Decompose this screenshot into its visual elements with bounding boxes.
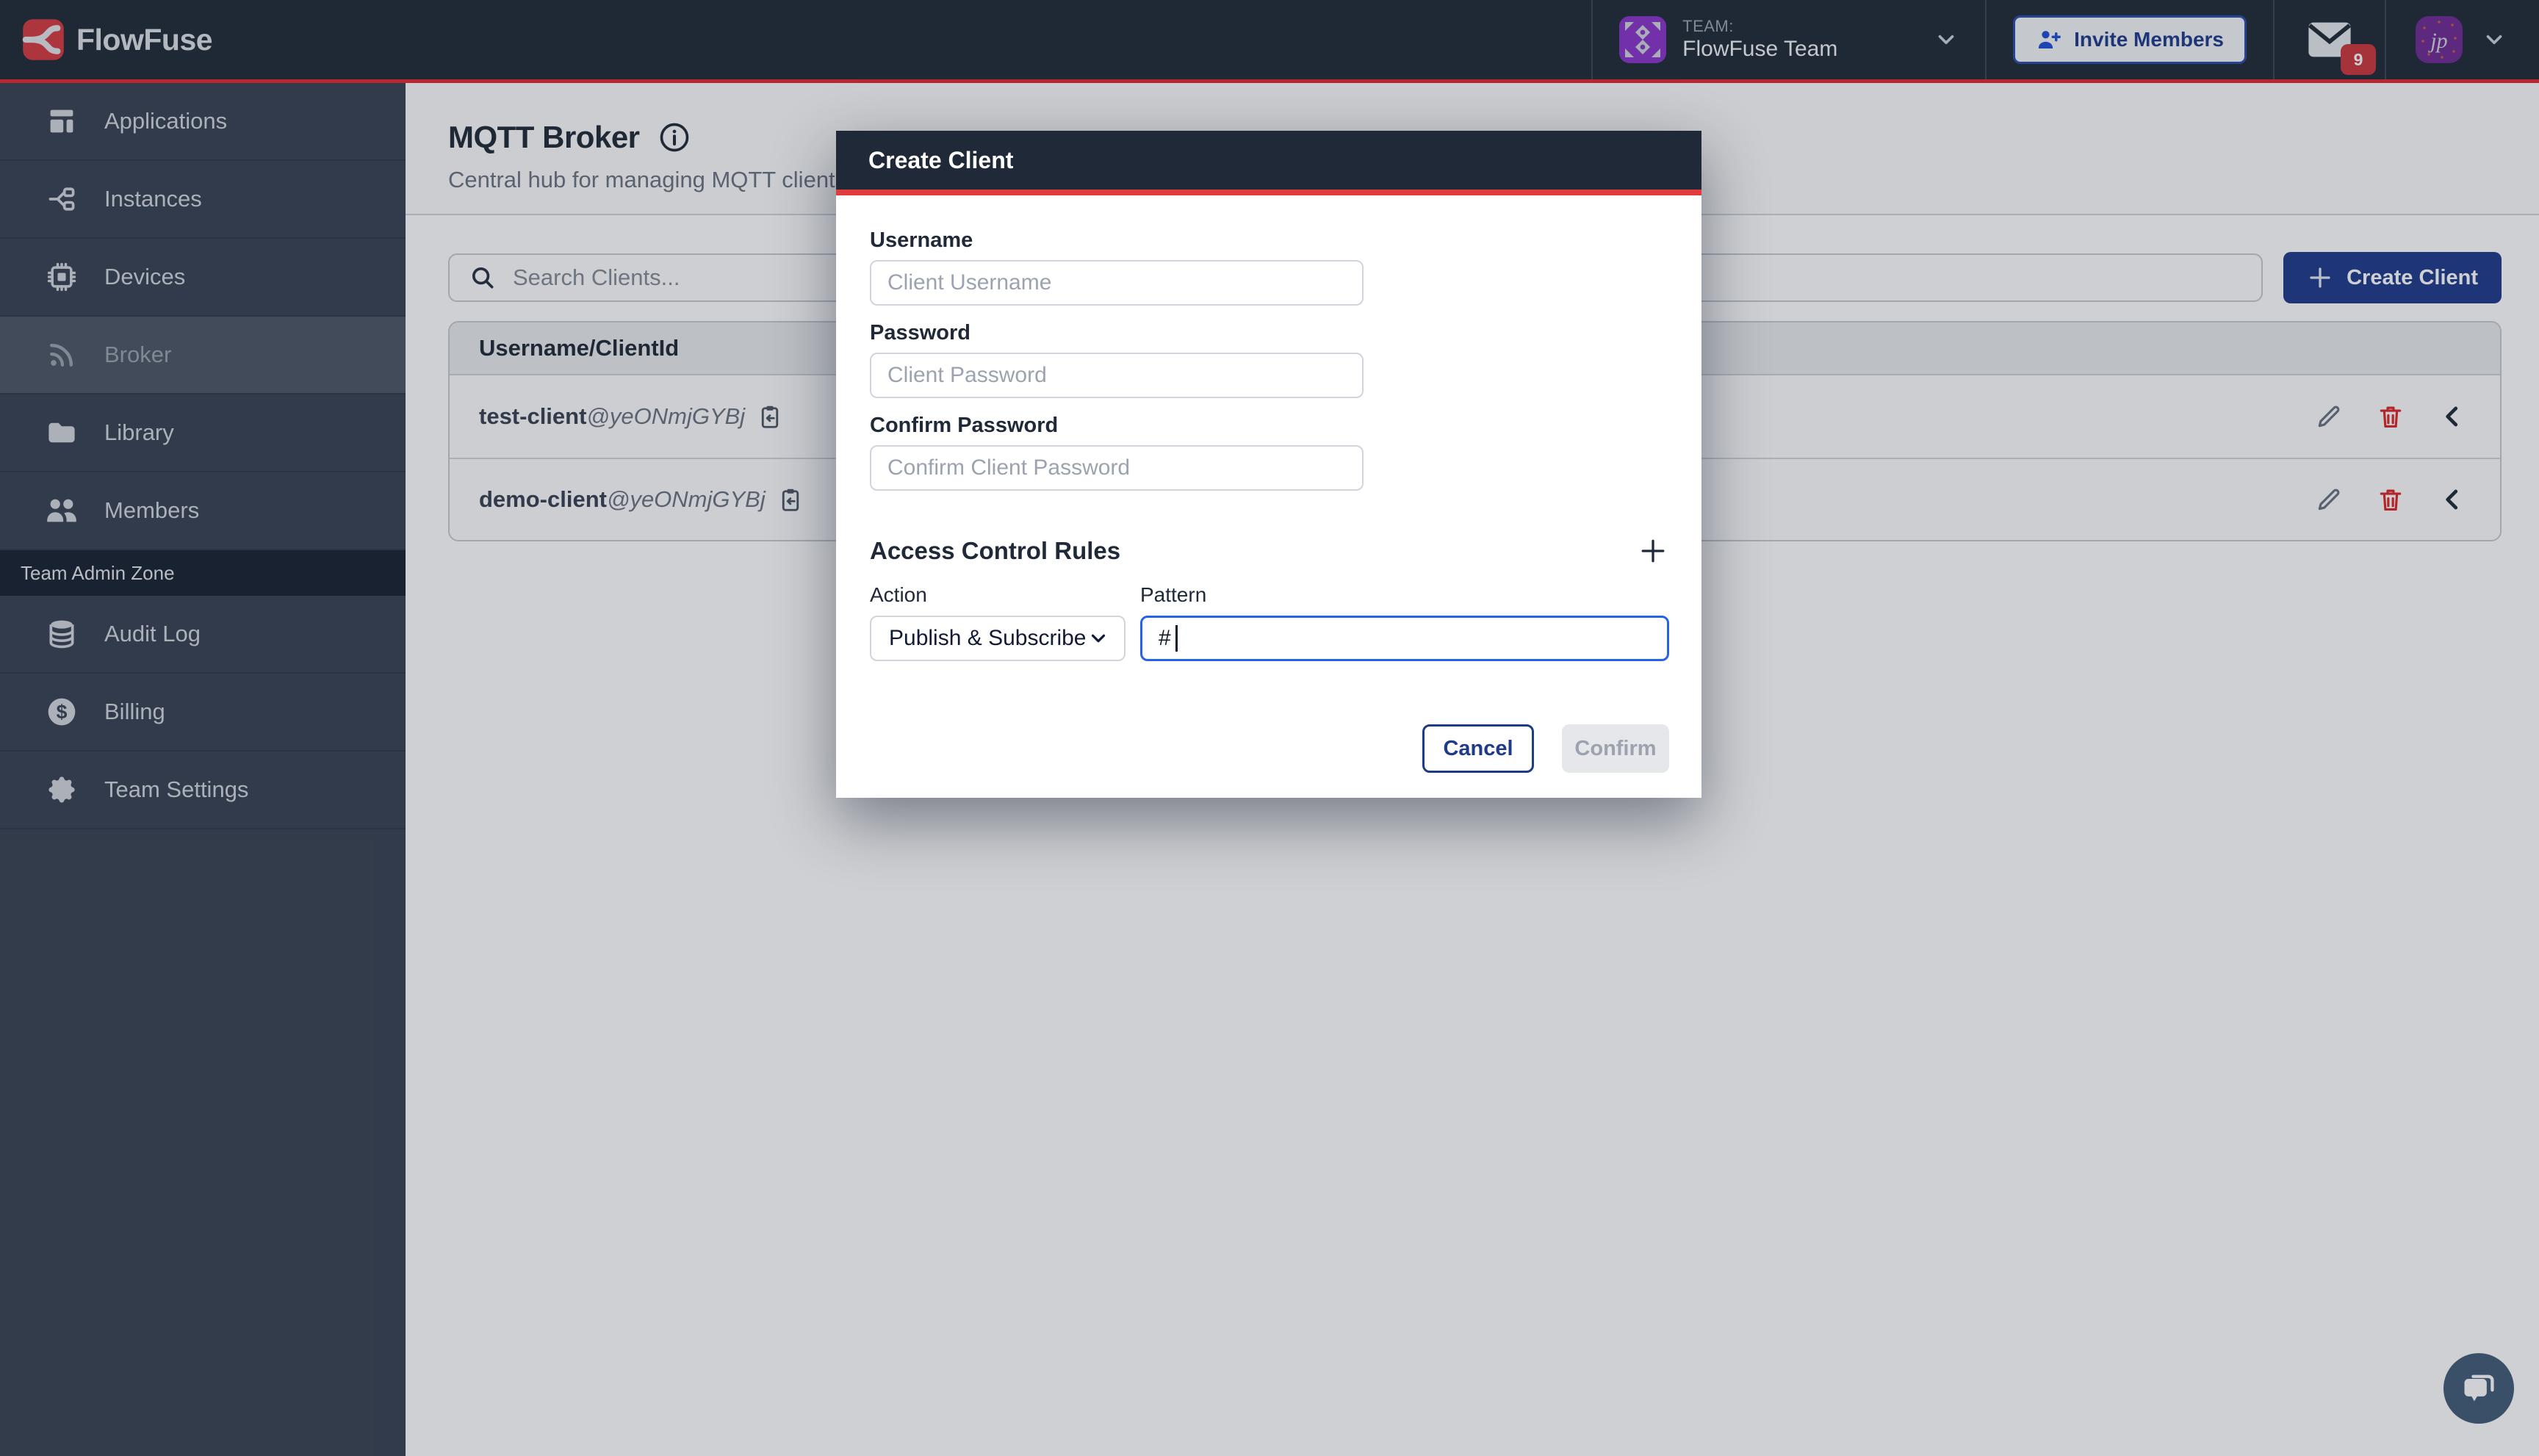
access-control-rules-title: Access Control Rules bbox=[870, 537, 1120, 565]
confirm-password-field-group: Confirm Password bbox=[870, 413, 1669, 491]
pattern-input[interactable] bbox=[1140, 616, 1669, 661]
create-client-dialog: Create Client Username Password Confirm … bbox=[836, 131, 1701, 798]
text-cursor bbox=[1175, 625, 1178, 652]
confirm-password-label: Confirm Password bbox=[870, 413, 1669, 438]
dialog-body: Username Password Confirm Password Acces… bbox=[836, 195, 1701, 798]
dialog-header: Create Client bbox=[836, 131, 1701, 195]
action-select-value: Publish & Subscribe bbox=[889, 626, 1086, 651]
action-label: Action bbox=[870, 583, 1126, 607]
username-field-group: Username bbox=[870, 228, 1669, 306]
action-select[interactable]: Publish & Subscribe bbox=[870, 616, 1126, 661]
access-control-rules-header: Access Control Rules bbox=[870, 535, 1669, 567]
username-input[interactable] bbox=[870, 260, 1364, 306]
password-label: Password bbox=[870, 320, 1669, 345]
add-rule-plus-icon[interactable] bbox=[1637, 535, 1669, 567]
pattern-label: Pattern bbox=[1140, 583, 1669, 607]
app-root: FlowFuse TEAM: F bbox=[0, 0, 2539, 1456]
chevron-down-icon bbox=[1087, 627, 1109, 649]
password-field-group: Password bbox=[870, 320, 1669, 398]
acl-rule-row: Action Publish & Subscribe Pattern bbox=[870, 583, 1669, 661]
username-label: Username bbox=[870, 228, 1669, 253]
confirm-password-input[interactable] bbox=[870, 445, 1364, 491]
dialog-title: Create Client bbox=[868, 147, 1013, 174]
dialog-buttons: Cancel Confirm bbox=[870, 724, 1669, 773]
cancel-button[interactable]: Cancel bbox=[1422, 724, 1534, 773]
password-input[interactable] bbox=[870, 353, 1364, 398]
confirm-button[interactable]: Confirm bbox=[1562, 724, 1669, 773]
